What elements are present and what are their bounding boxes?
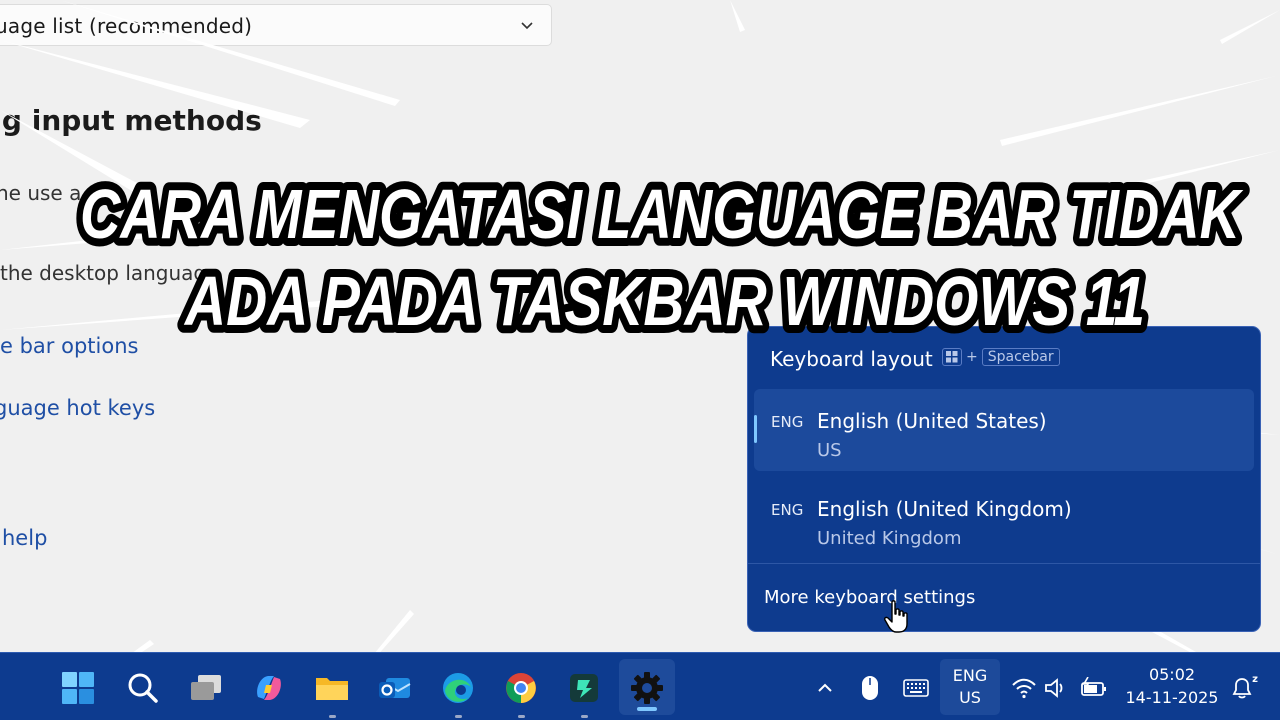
dropdown-value: uage list (recommended) <box>0 14 253 38</box>
running-indicator <box>329 715 336 718</box>
bell-icon <box>1232 678 1252 699</box>
chrome-icon <box>506 673 536 703</box>
battery-charging-icon <box>1081 677 1106 696</box>
mouse-icon <box>862 676 878 700</box>
layout-item-english-us[interactable]: ENG English (United States) US <box>754 389 1254 471</box>
mouse-tray-button[interactable] <box>850 668 890 708</box>
chevron-up-icon <box>818 683 832 692</box>
start-icon <box>62 672 94 704</box>
screen: uage list (recommended) ng input methods… <box>0 0 1280 720</box>
title-line-1: CARA MENGATASI LANGUAGE BAR TIDAK <box>80 175 1244 253</box>
outlook-icon <box>379 678 411 698</box>
get-help-link[interactable]: help <box>2 526 47 550</box>
filmora-button[interactable] <box>564 668 604 718</box>
keyboard-icon <box>903 679 929 697</box>
language-hot-keys-link[interactable]: guage hot keys <box>0 396 155 420</box>
shortcut-plus: + <box>966 349 978 365</box>
search-icon <box>128 673 158 703</box>
start-button[interactable] <box>58 668 98 708</box>
section-heading: ng input methods <box>0 104 262 137</box>
chrome-button[interactable] <box>501 668 541 718</box>
layout-item-english-uk[interactable]: ENG English (United Kingdom) United King… <box>754 477 1254 559</box>
spacebar-key: Spacebar <box>981 348 1060 366</box>
layout-name: English (United Kingdom) <box>817 497 1072 521</box>
windows-key-icon <box>942 348 962 366</box>
selection-indicator <box>754 415 757 443</box>
ime-language: ENG <box>952 666 988 685</box>
clock-time: 05:02 <box>1148 665 1196 684</box>
volume-button[interactable] <box>1036 668 1076 708</box>
file-explorer-icon <box>316 678 348 700</box>
notification-badge: z <box>1252 674 1258 685</box>
keyboard-layout-flyout: Keyboard layout + Spacebar ENG English (… <box>747 326 1261 632</box>
running-indicator <box>518 715 525 718</box>
layout-name: English (United States) <box>817 409 1047 433</box>
copilot-icon <box>257 676 281 700</box>
input-indicator-button[interactable]: ENG US <box>940 659 1000 715</box>
layout-tag: ENG <box>771 501 804 519</box>
settings-icon <box>631 672 663 704</box>
active-app-indicator <box>637 707 657 711</box>
divider <box>748 563 1260 564</box>
overlay-title: CARA MENGATASI LANGUAGE BAR TIDAK CARA M… <box>72 167 1252 348</box>
outlook-button[interactable] <box>375 668 415 708</box>
file-explorer-button[interactable] <box>312 668 352 718</box>
show-hidden-icons-button[interactable] <box>805 668 845 708</box>
notifications-button[interactable]: z <box>1222 668 1262 708</box>
search-button[interactable] <box>123 668 163 708</box>
layout-keyboard: US <box>817 440 842 461</box>
battery-button[interactable] <box>1074 668 1114 708</box>
copilot-button[interactable] <box>249 668 289 708</box>
layout-tag: ENG <box>771 413 804 431</box>
flyout-title: Keyboard layout <box>770 347 933 371</box>
settings-button[interactable] <box>627 668 667 708</box>
edge-icon <box>443 673 473 703</box>
running-indicator <box>455 715 462 718</box>
more-keyboard-settings-link[interactable]: More keyboard settings <box>764 587 975 608</box>
task-view-button[interactable] <box>186 668 226 708</box>
filmora-icon <box>570 674 598 702</box>
layout-keyboard: United Kingdom <box>817 528 962 549</box>
title-line-2: ADA PADA TASKBAR WINDOWS 11 <box>183 262 1145 340</box>
speaker-icon <box>1045 678 1063 698</box>
task-view-icon <box>191 675 221 700</box>
clock-button[interactable]: 05:02 14-11-2025 <box>1120 663 1224 711</box>
chevron-down-icon <box>521 22 533 30</box>
ime-layout: US <box>959 688 981 707</box>
clock-date: 14-11-2025 <box>1125 688 1219 707</box>
hand-cursor-icon <box>884 600 908 633</box>
touch-keyboard-button[interactable] <box>896 668 936 708</box>
edge-button[interactable] <box>438 668 478 718</box>
wifi-icon <box>1012 678 1036 699</box>
running-indicator <box>581 715 588 718</box>
language-list-dropdown[interactable]: uage list (recommended) <box>0 4 552 46</box>
